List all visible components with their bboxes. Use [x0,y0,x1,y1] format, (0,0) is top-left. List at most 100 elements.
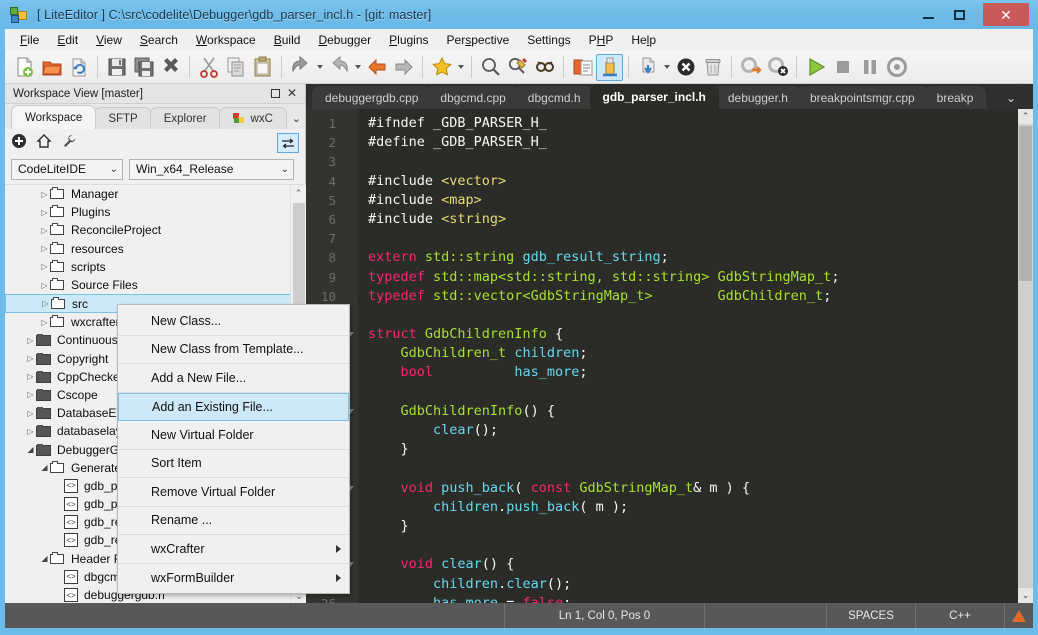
context-menu-item[interactable]: Add a New File... [118,364,349,393]
open-file-icon[interactable] [38,54,65,81]
context-menu-item[interactable]: Rename ... [118,507,349,536]
context-menu-item[interactable]: Remove Virtual Folder [118,478,349,507]
tabs-overflow-icon[interactable]: ⌄ [292,112,301,125]
close-pane-icon[interactable]: ✕ [287,89,297,98]
tree-twisty-collapsed-icon[interactable]: ▷ [40,299,51,308]
menu-item-view[interactable]: View [87,30,131,51]
save-icon[interactable] [103,54,130,81]
build-dropdown-arrow[interactable] [661,54,672,81]
stop-build-icon[interactable] [672,54,699,81]
tree-twisty-expanded-icon[interactable]: ◢ [39,554,50,563]
run-icon[interactable] [802,54,829,81]
editor-tab-gdb-parser-incl-h[interactable]: gdb_parser_incl.h [590,84,719,109]
back-icon[interactable] [363,54,390,81]
context-menu-item[interactable]: New Virtual Folder [118,421,349,450]
menu-item-php[interactable]: PHP [580,30,623,51]
tree-twisty-collapsed-icon[interactable]: ▷ [39,318,50,327]
menu-item-perspective[interactable]: Perspective [438,30,519,51]
maximize-button[interactable] [944,4,975,25]
tree-twisty-collapsed-icon[interactable]: ▷ [25,354,36,363]
minimize-button[interactable] [913,4,944,25]
cut-icon[interactable] [195,54,222,81]
tree-twisty-collapsed-icon[interactable]: ▷ [25,336,36,345]
forward-icon[interactable] [390,54,417,81]
menu-item-help[interactable]: Help [622,30,665,51]
tree-twisty-collapsed-icon[interactable]: ▷ [25,390,36,399]
workspace-tab-explorer[interactable]: Explorer [150,107,221,129]
tree-item[interactable]: ▷Plugins [5,203,306,221]
workspace-tab-workspace[interactable]: Workspace [11,105,96,129]
configuration-select[interactable]: Win_x64_Release ⌄ [129,159,294,180]
context-menu-item[interactable]: New Class... [118,307,349,336]
swap-arrows-icon[interactable] [277,133,299,153]
editor-tab-breakp[interactable]: breakp [924,86,987,109]
tree-twisty-expanded-icon[interactable]: ◢ [39,463,50,472]
menu-item-debugger[interactable]: Debugger [309,30,380,51]
tree-twisty-collapsed-icon[interactable]: ▷ [39,262,50,271]
open-resource-icon[interactable] [569,54,596,81]
close-file-icon[interactable] [157,54,184,81]
find-in-files-icon[interactable] [531,54,558,81]
context-menu[interactable]: New Class...New Class from Template...Ad… [117,304,350,594]
menu-item-plugins[interactable]: Plugins [380,30,437,51]
undo-dropdown-arrow[interactable] [314,54,325,81]
menu-item-workspace[interactable]: Workspace [187,30,265,51]
tree-twisty-collapsed-icon[interactable]: ▷ [39,226,50,235]
highlight-word-icon[interactable] [596,54,623,81]
tree-twisty-collapsed-icon[interactable]: ▷ [39,244,50,253]
settings-wrench-icon[interactable] [61,133,77,152]
bookmark-dropdown-arrow[interactable] [455,54,466,81]
clean-project-icon[interactable] [699,54,726,81]
menu-item-settings[interactable]: Settings [518,30,579,51]
redo-icon[interactable] [325,54,352,81]
tree-item[interactable]: ▷ReconcileProject [5,221,306,239]
editor-tab-debuggergdb-cpp[interactable]: debuggergdb.cpp [312,86,431,109]
tree-item[interactable]: ▷Source Files [5,276,306,294]
menu-item-edit[interactable]: Edit [48,30,87,51]
status-language[interactable]: C++ [916,603,1005,628]
code-text[interactable]: #ifndef _GDB_PARSER_H_#define _GDB_PARSE… [358,109,1033,603]
tree-twisty-collapsed-icon[interactable]: ▷ [25,427,36,436]
tree-item[interactable]: ▷resources [5,240,306,258]
build-project-icon[interactable] [634,54,661,81]
editor-scrollbar[interactable]: ⌃ ⌄ [1018,109,1033,603]
tree-twisty-collapsed-icon[interactable]: ▷ [39,208,50,217]
tree-twisty-collapsed-icon[interactable]: ▷ [39,190,50,199]
restart-icon[interactable] [883,54,910,81]
build-and-run-icon[interactable] [737,54,764,81]
new-file-icon[interactable] [11,54,38,81]
rebuild-icon[interactable] [764,54,791,81]
tree-twisty-expanded-icon[interactable]: ◢ [25,445,36,454]
context-menu-item[interactable]: Sort Item [118,450,349,479]
workspace-select[interactable]: CodeLiteIDE ⌄ [11,159,123,180]
status-indent-mode[interactable]: SPACES [827,603,916,628]
editor-tab-dbgcmd-cpp[interactable]: dbgcmd.cpp [427,86,518,109]
undo-icon[interactable] [287,54,314,81]
close-button[interactable]: ✕ [983,3,1029,26]
editor-tabs-overflow-icon[interactable]: ⌄ [1006,91,1016,105]
scroll-down-icon[interactable]: ⌄ [1018,588,1033,603]
editor-tab-dbgcmd-h[interactable]: dbgcmd.h [515,86,594,109]
maximize-pane-icon[interactable] [271,89,280,98]
scroll-up-icon[interactable]: ⌃ [291,185,306,201]
menu-item-search[interactable]: Search [131,30,187,51]
tree-twisty-collapsed-icon[interactable]: ▷ [39,281,50,290]
editor-tab-debugger-h[interactable]: debugger.h [715,86,801,109]
menu-item-file[interactable]: File [11,30,48,51]
context-menu-item[interactable]: wxFormBuilder [118,564,349,593]
tree-item[interactable]: ▷scripts [5,258,306,276]
editor-tab-breakpointsmgr-cpp[interactable]: breakpointsmgr.cpp [797,86,928,109]
context-menu-item[interactable]: Add an Existing File... [118,393,349,422]
workspace-tab-sftp[interactable]: SFTP [94,107,151,129]
stop-icon[interactable] [829,54,856,81]
copy-icon[interactable] [222,54,249,81]
paste-icon[interactable] [249,54,276,81]
tree-item[interactable]: ▷Manager [5,185,306,203]
context-menu-item[interactable]: wxCrafter [118,535,349,564]
tree-twisty-collapsed-icon[interactable]: ▷ [25,409,36,418]
find-icon[interactable] [477,54,504,81]
warning-triangle-icon[interactable] [1005,603,1033,628]
scroll-up-icon[interactable]: ⌃ [1018,109,1033,124]
workspace-tab-wxc[interactable]: wxC [219,107,287,129]
menu-item-build[interactable]: Build [265,30,310,51]
